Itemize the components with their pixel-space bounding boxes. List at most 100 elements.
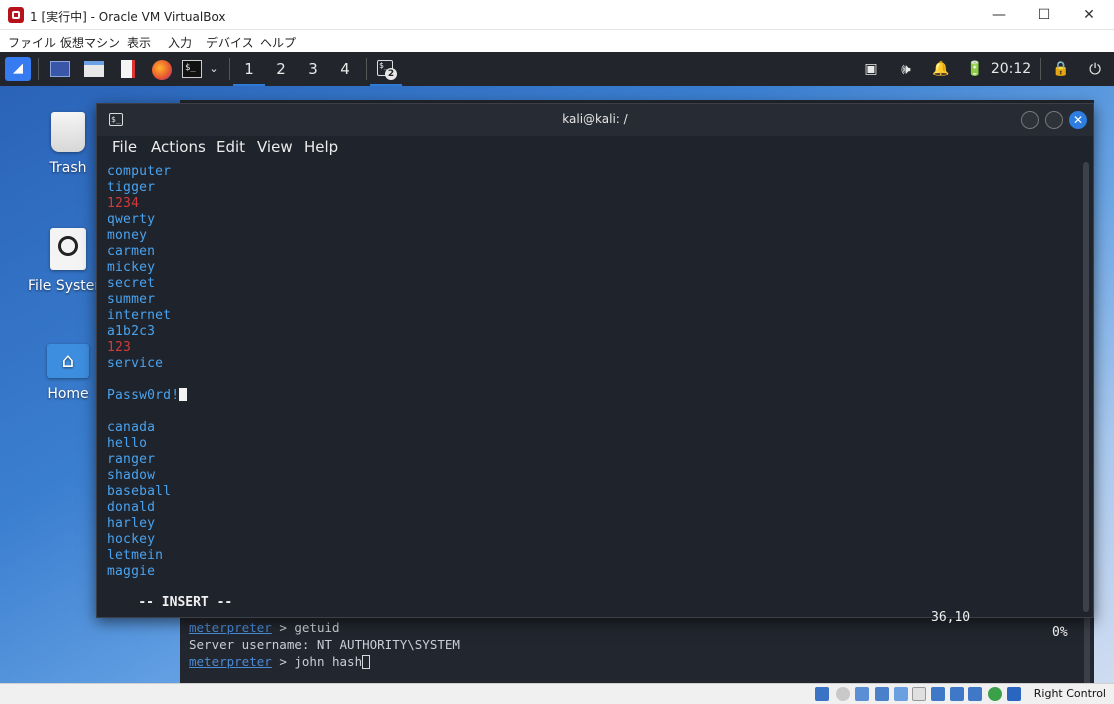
panel-separator [1040, 58, 1041, 80]
recording-icon[interactable] [950, 687, 964, 701]
terminal-close-button[interactable]: ✕ [1069, 111, 1087, 129]
wordlist-line: summer [107, 292, 156, 307]
wordlist-line: 123 [107, 340, 132, 355]
workspace-4[interactable]: 4 [329, 52, 361, 86]
wordlist-line: mickey [107, 260, 156, 275]
wordlist-line: maggie [107, 564, 156, 579]
terminal-line: meterpreter > john hash [189, 654, 371, 669]
network-adapter-icon[interactable] [875, 687, 889, 701]
terminal-line: Server username: NT AUTHORITY\SYSTEM [189, 637, 460, 652]
vim-cursor-position: 36,10 [931, 610, 971, 625]
network-icon[interactable]: ▣ [860, 57, 882, 81]
terminal-menu-actions[interactable]: Actions [151, 138, 206, 156]
show-desktop-icon[interactable] [48, 57, 72, 81]
host-menubar: ファイル 仮想マシン 表示 入力 デバイス ヘルプ [0, 30, 1114, 52]
file-manager-icon[interactable] [82, 57, 106, 81]
terminal-maximize-button[interactable] [1045, 111, 1063, 129]
workspace-2[interactable]: 2 [265, 52, 297, 86]
host-menu-devices[interactable]: デバイス [206, 34, 254, 51]
minimize-button[interactable]: — [976, 0, 1022, 30]
wordlist-line: ranger [107, 452, 156, 467]
window-count-badge: 2 [385, 68, 397, 80]
wordlist-line: internet [107, 308, 172, 323]
wordlist-line: 1234 [107, 196, 140, 211]
panel-separator [366, 58, 367, 80]
vim-buffer[interactable]: computer tigger 1234 qwerty money carmen… [107, 164, 1077, 604]
kali-menu-icon[interactable]: ◢ [5, 57, 31, 81]
chevron-down-icon[interactable]: ⌄ [206, 57, 222, 81]
wordlist-line: carmen [107, 244, 156, 259]
wordlist-line: canada [107, 420, 156, 435]
terminal-menu-edit[interactable]: Edit [216, 138, 245, 156]
host-window-title: 1 [実行中] - Oracle VM VirtualBox [30, 10, 226, 24]
taskbar-terminal-button[interactable]: $_ 2 [370, 52, 402, 86]
wordlist-line: service [107, 356, 164, 371]
vim-mode-indicator: -- INSERT -- [138, 595, 233, 610]
kali-top-panel: ◢ $_ ⌄ 1 2 3 4 $_ 2 ▣ 🕪 🔔 🔋 20:12 🔒 ⏻ [0, 52, 1114, 86]
host-menu-machine[interactable]: 仮想マシン [60, 34, 120, 51]
virtualbox-status-bar: Right Control [0, 683, 1114, 704]
wordlist-line: hello [107, 436, 148, 451]
host-key-label: Right Control [1033, 687, 1106, 700]
optical-drive-icon[interactable] [815, 687, 829, 701]
notifications-bell-icon[interactable]: 🔔 [930, 57, 952, 81]
home-folder-icon [47, 344, 89, 378]
terminal-title: kali@kali: / [562, 112, 628, 126]
lock-screen-icon[interactable]: 🔒 [1050, 57, 1072, 81]
host-menu-input[interactable]: 入力 [168, 34, 192, 51]
terminal-launcher-icon[interactable]: $_ [180, 57, 204, 81]
wordlist-line: shadow [107, 468, 156, 483]
vim-status-line: -- INSERT -- 36,10 0% [107, 580, 1072, 640]
terminal-line: meterpreter > getuid [189, 620, 340, 635]
wordlist-line: qwerty [107, 212, 156, 227]
terminal-title-bar[interactable]: $_ kali@kali: / ✕ [97, 104, 1093, 136]
wordlist-line: tigger [107, 180, 156, 195]
disk-icon[interactable] [836, 687, 850, 701]
keyboard-capture-icon[interactable] [1007, 687, 1021, 701]
wordlist-line: donald [107, 500, 156, 515]
panel-separator [229, 58, 230, 80]
volume-icon[interactable]: 🕪 [895, 57, 917, 81]
foreground-terminal-window[interactable]: $_ kali@kali: / ✕ File Actions Edit View… [96, 103, 1094, 640]
wordlist-line: hockey [107, 532, 156, 547]
battery-icon[interactable]: 🔋 [964, 57, 986, 81]
desktop-icon-label: Trash [49, 160, 87, 176]
vt-x-icon[interactable] [968, 687, 982, 701]
mouse-integration-icon[interactable] [988, 687, 1002, 701]
host-menu-help[interactable]: ヘルプ [260, 34, 296, 51]
workspace-3[interactable]: 3 [297, 52, 329, 86]
host-menu-view[interactable]: 表示 [127, 34, 151, 51]
wordlist-line: baseball [107, 484, 172, 499]
wordlist-line: letmein [107, 548, 164, 563]
terminal-scrollbar[interactable] [1083, 162, 1089, 612]
terminal-menu-file[interactable]: File [112, 138, 137, 156]
wordlist-line: money [107, 228, 148, 243]
wordlist-line: a1b2c3 [107, 324, 156, 339]
wordlist-line: secret [107, 276, 156, 291]
terminal-cursor [362, 655, 371, 669]
terminal-minimize-button[interactable] [1021, 111, 1039, 129]
shared-folders-icon[interactable] [912, 687, 926, 701]
panel-separator [38, 58, 39, 80]
wordlist-line-current: Passw0rd! [107, 388, 188, 403]
panel-clock[interactable]: 20:12 [988, 57, 1034, 81]
wordlist-line: harley [107, 516, 156, 531]
workspace-1[interactable]: 1 [233, 52, 265, 86]
audio-icon[interactable] [855, 687, 869, 701]
display-icon[interactable] [931, 687, 945, 701]
close-button[interactable]: ✕ [1066, 0, 1112, 30]
trash-icon [51, 112, 85, 152]
vim-cursor [179, 388, 188, 401]
text-editor-icon[interactable] [116, 57, 140, 81]
desktop-icon-label: Home [47, 386, 89, 402]
host-menu-file[interactable]: ファイル [8, 34, 56, 51]
usb-icon[interactable] [894, 687, 908, 701]
terminal-menu-view[interactable]: View [257, 138, 293, 156]
wordlist-line: computer [107, 164, 172, 179]
logout-icon[interactable]: ⏻ [1084, 57, 1106, 81]
vim-scroll-percent: 0% [1052, 625, 1068, 640]
host-title-bar: 1 [実行中] - Oracle VM VirtualBox — ☐ ✕ [0, 0, 1114, 30]
maximize-button[interactable]: ☐ [1021, 0, 1067, 30]
firefox-icon[interactable] [150, 57, 174, 81]
terminal-menu-help[interactable]: Help [304, 138, 338, 156]
